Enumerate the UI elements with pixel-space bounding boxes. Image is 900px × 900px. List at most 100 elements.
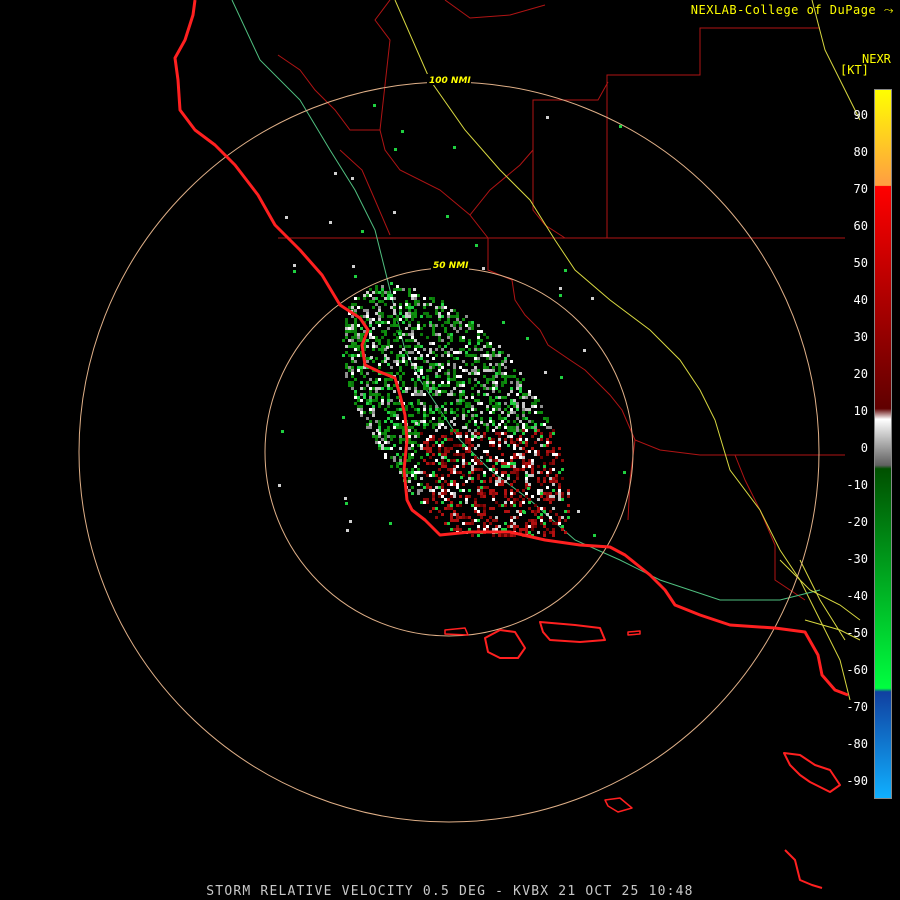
echo-pixel: [552, 495, 555, 498]
echo-pixel: [417, 483, 420, 486]
echo-pixel: [462, 417, 465, 420]
echo-pixel: [411, 351, 414, 354]
echo-pixel: [426, 423, 429, 426]
echo-pixel: [375, 420, 378, 423]
echo-pixel: [414, 297, 417, 300]
echo-pixel: [498, 369, 501, 372]
echo-pixel: [411, 468, 414, 471]
echo-pixel: [387, 441, 390, 444]
echo-pixel: [510, 411, 513, 414]
echo-pixel: [453, 321, 456, 324]
echo-pixel: [488, 437, 491, 440]
echo-pixel: [378, 426, 381, 429]
echo-pixel: [492, 429, 495, 432]
echo-pixel: [531, 468, 534, 471]
echo-pixel: [408, 309, 411, 312]
echo-pixel: [498, 351, 501, 354]
echo-pixel: [510, 390, 513, 393]
echo-pixel: [549, 462, 552, 465]
echo-pixel: [459, 528, 462, 531]
credit-label: NEXLAB-College of DuPage ⤳: [690, 3, 894, 17]
echo-pixel: [504, 471, 507, 474]
echo-pixel: [366, 291, 369, 294]
echo-pixel: [501, 504, 504, 507]
echo-pixel: [441, 303, 444, 306]
echo-pixel: [558, 489, 561, 492]
echo-pixel: [426, 387, 429, 390]
echo-pixel: [396, 288, 399, 291]
echo-pixel: [510, 429, 513, 432]
echo-pixel: [390, 456, 393, 459]
echo-pixel: [465, 438, 468, 441]
echo-pixel: [543, 444, 546, 447]
echo-pixel: [351, 339, 354, 342]
echo-pixel: [480, 339, 483, 342]
echo-pixel: [462, 408, 465, 411]
echo-pixel: [438, 447, 441, 450]
echo-pixel: [411, 432, 414, 435]
echo-pixel: [492, 378, 495, 381]
echo-pixel: [477, 444, 480, 447]
echo-pixel: [420, 354, 423, 357]
echo-pixel: [471, 327, 474, 330]
echo-pixel: [477, 486, 480, 489]
echo-pixel: [456, 483, 459, 486]
echo-pixel: [390, 420, 393, 423]
echo-pixel: [510, 489, 513, 492]
echo-pixel: [483, 387, 486, 390]
echo-pixel: [483, 525, 486, 528]
echo-pixel: [528, 450, 531, 453]
echo-pixel: [393, 360, 396, 363]
echo-pixel: [552, 531, 555, 534]
echo-pixel: [519, 420, 522, 423]
echo-pixel: [465, 405, 468, 408]
echo-pixel: [399, 336, 402, 339]
echo-pixel: [462, 393, 465, 396]
echo-pixel: [441, 390, 444, 393]
echo-pixel: [447, 369, 450, 372]
echo-pixel: [360, 399, 363, 402]
echo-pixel: [510, 525, 513, 528]
echo-pixel: [399, 378, 402, 381]
echo-pixel: [390, 435, 393, 438]
echo-pixel: [480, 402, 483, 405]
echo-pixel: [390, 411, 393, 414]
echo-pixel: [408, 471, 411, 474]
echo-pixel: [480, 421, 483, 424]
echo-pixel: [372, 345, 375, 348]
echo-pixel: [378, 342, 381, 345]
echo-pixel: [489, 402, 492, 405]
echo-pixel: [378, 318, 381, 321]
echo-pixel: [474, 501, 477, 504]
echo-pixel: [444, 465, 447, 468]
echo-pixel: [390, 366, 393, 369]
echo-pixel: [417, 366, 420, 369]
echo-pixel: [414, 294, 417, 297]
echo-pixel: [405, 360, 408, 363]
echo-pixel: [489, 420, 492, 423]
echo-pixel: [402, 348, 405, 351]
echo-pixel: [489, 480, 492, 483]
echo-pixel: [429, 510, 432, 513]
echo-pixel: [366, 381, 369, 384]
echo-pixel: [375, 321, 378, 324]
echo-pixel: [387, 426, 390, 429]
echo-pixel: [507, 429, 510, 432]
echo-pixel: [513, 429, 516, 432]
echo-pixel: [477, 372, 480, 375]
echo-pixel: [393, 411, 396, 414]
echo-pixel: [519, 438, 522, 441]
echo-pixel: [429, 321, 432, 324]
highways: [231, 0, 861, 701]
echo-pixel: [456, 486, 459, 489]
colorbar-tick-label: -80: [846, 737, 868, 751]
echo-pixel: [426, 375, 429, 378]
echo-pixel: [435, 429, 438, 432]
echo-pixel: [384, 291, 387, 294]
echo-pixel: [390, 438, 393, 441]
echo-pixel: [384, 438, 387, 441]
echo-pixel: [399, 471, 402, 474]
echo-pixel: [387, 411, 390, 414]
echo-pixel: [450, 468, 453, 471]
echo-pixel: [555, 453, 558, 456]
